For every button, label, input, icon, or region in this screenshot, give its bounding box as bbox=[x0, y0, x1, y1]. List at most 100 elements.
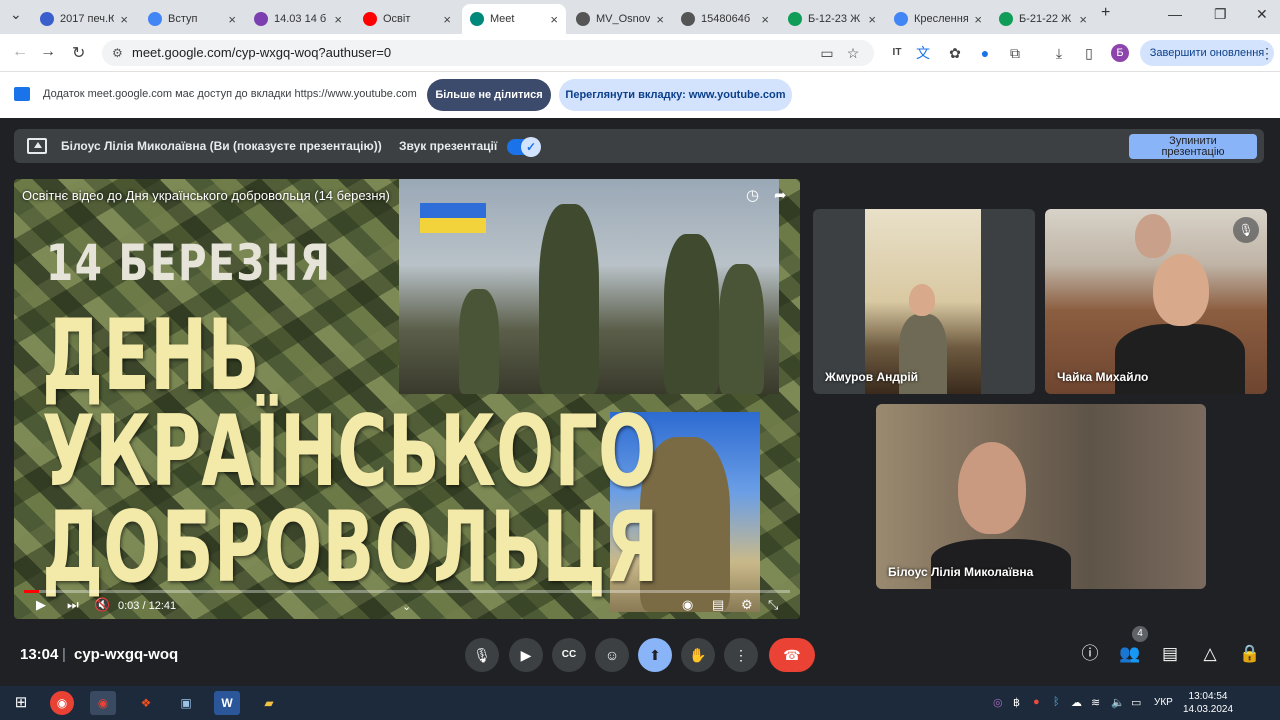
participant-tile[interactable]: 🎙 Чайка Михайло bbox=[1045, 209, 1267, 394]
present-button[interactable]: ⬆ bbox=[638, 638, 672, 672]
chrome-icon[interactable]: ◉ bbox=[50, 691, 74, 715]
input-language[interactable]: УКР bbox=[1154, 697, 1173, 708]
tab-close-icon[interactable]: × bbox=[761, 12, 769, 27]
finish-update-button[interactable]: Завершити оновлення bbox=[1140, 40, 1274, 66]
tab-close-icon[interactable]: × bbox=[974, 12, 982, 27]
site-info-icon[interactable]: ⚙ bbox=[112, 40, 123, 66]
camera-button[interactable]: ▶ bbox=[509, 638, 543, 672]
video-progress-bar[interactable] bbox=[24, 590, 790, 593]
watch-later-icon[interactable]: ◷ bbox=[746, 186, 759, 204]
chat-icon[interactable]: ▤ bbox=[1158, 642, 1182, 666]
share-icon[interactable]: ➦ bbox=[774, 186, 787, 204]
tray-icon[interactable]: ● bbox=[1033, 696, 1040, 708]
close-window-icon[interactable]: ✕ bbox=[1256, 6, 1268, 23]
system-clock[interactable]: 13:04:54 14.03.2024 bbox=[1182, 690, 1234, 716]
wifi-icon[interactable]: ≋ bbox=[1091, 696, 1100, 709]
address-bar[interactable]: ⚙ meet.google.com/cyp-wxgq-woq?authuser=… bbox=[102, 40, 874, 66]
reload-icon[interactable]: ↻ bbox=[72, 43, 85, 63]
browser-tab[interactable]: 1548064б × bbox=[673, 4, 777, 34]
stop-presenting-button[interactable]: Зупинити презентацію bbox=[1129, 134, 1257, 159]
profile-avatar[interactable]: Б bbox=[1111, 44, 1129, 62]
play-icon[interactable]: ▶ bbox=[36, 597, 46, 613]
camera-icon[interactable]: ▭ bbox=[818, 44, 836, 62]
browser-tab[interactable]: Вступ × bbox=[140, 4, 244, 34]
shared-video[interactable]: Освітнє відео до Дня українського добров… bbox=[14, 179, 800, 619]
mute-icon[interactable]: 🔇 bbox=[94, 597, 110, 613]
extension-globe-icon[interactable]: ● bbox=[976, 44, 994, 62]
battery-icon[interactable]: ▭ bbox=[1131, 696, 1141, 709]
url-text: meet.google.com/cyp-wxgq-woq?authuser=0 bbox=[132, 45, 392, 60]
browser-tab[interactable]: Meet × bbox=[462, 4, 566, 34]
exit-fullscreen-icon[interactable]: ⤡ bbox=[768, 597, 778, 613]
google-translate-icon[interactable]: 文 bbox=[914, 44, 932, 62]
video-title[interactable]: Освітнє відео до Дня українського добров… bbox=[22, 188, 390, 203]
tray-app-icon[interactable]: ◎ bbox=[993, 696, 1003, 709]
meeting-info-icon[interactable]: ⓘ bbox=[1078, 642, 1102, 666]
new-tab-button[interactable]: + bbox=[1101, 4, 1110, 22]
tray-icon[interactable]: ฿ bbox=[1013, 696, 1020, 709]
soldier-figure bbox=[539, 204, 599, 394]
activities-icon[interactable]: △ bbox=[1198, 642, 1222, 666]
browser-tab[interactable]: 14.03 14 б × bbox=[246, 4, 350, 34]
emoji-button[interactable]: ☺ bbox=[595, 638, 629, 672]
back-icon[interactable]: ← bbox=[12, 43, 28, 61]
captions-icon[interactable]: ▤ bbox=[712, 597, 724, 613]
window-icon[interactable]: ▣ bbox=[173, 691, 199, 715]
participant-video bbox=[876, 404, 1206, 589]
tab-close-icon[interactable]: × bbox=[120, 12, 128, 27]
tab-close-icon[interactable]: × bbox=[550, 12, 558, 27]
extension-translate-icon[interactable]: IT bbox=[888, 44, 906, 62]
tab-close-icon[interactable]: × bbox=[334, 12, 342, 27]
chrome-profile-icon[interactable]: ◉ bbox=[90, 691, 116, 715]
participant-video bbox=[1045, 209, 1267, 394]
settings-gear-icon[interactable]: ⚙ bbox=[741, 597, 753, 613]
word-icon[interactable]: W bbox=[214, 691, 240, 715]
tab-close-icon[interactable]: × bbox=[228, 12, 236, 27]
people-icon[interactable]: 👥 bbox=[1118, 642, 1142, 666]
captions-button[interactable]: CC bbox=[552, 638, 586, 672]
stop-sharing-button[interactable]: Більше не ділитися bbox=[427, 79, 551, 111]
volume-icon[interactable]: 🔈 bbox=[1111, 696, 1125, 709]
figma-icon[interactable]: ❖ bbox=[133, 691, 159, 715]
bookmark-star-icon[interactable]: ☆ bbox=[844, 44, 862, 62]
browser-tab[interactable]: MV_Osnov × bbox=[568, 4, 672, 34]
tray-icon[interactable]: ☁ bbox=[1071, 696, 1082, 709]
browser-tab[interactable]: Креслення × bbox=[886, 4, 990, 34]
leave-call-button[interactable]: ☎ bbox=[769, 638, 815, 672]
person-head bbox=[909, 284, 935, 316]
raise-hand-button[interactable]: ✋ bbox=[681, 638, 715, 672]
forward-icon[interactable]: → bbox=[40, 43, 56, 61]
tab-title: Б-12-23 Ж bbox=[808, 13, 861, 25]
maximize-icon[interactable]: ❐ bbox=[1214, 6, 1227, 23]
host-controls-icon[interactable]: 🔒 bbox=[1238, 642, 1262, 666]
video-heading-line-2: УКРАЇНСЬКОГО bbox=[42, 395, 657, 509]
extension-owl-icon[interactable]: ✿ bbox=[946, 44, 964, 62]
browser-tab[interactable]: Б-12-23 Ж × bbox=[780, 4, 884, 34]
next-icon[interactable]: ⏭ bbox=[67, 597, 79, 613]
participant-tile[interactable]: Білоус Лілія Миколаївна bbox=[876, 404, 1206, 589]
microphone-button[interactable]: 🎙 bbox=[465, 638, 499, 672]
presentation-sound-toggle[interactable]: ✓ bbox=[507, 137, 541, 157]
more-options-button[interactable]: ⋮ bbox=[724, 638, 758, 672]
side-panel-icon[interactable]: ▯ bbox=[1080, 44, 1098, 62]
browser-tab[interactable]: Освіт × bbox=[355, 4, 459, 34]
extensions-puzzle-icon[interactable]: ⧉ bbox=[1006, 44, 1024, 62]
folder-icon[interactable]: ▰ bbox=[256, 691, 282, 715]
bluetooth-icon[interactable]: ᛒ bbox=[1053, 696, 1060, 708]
browser-menu-icon[interactable]: ⋮ bbox=[1258, 44, 1276, 62]
tab-search-icon[interactable]: ⌄ bbox=[10, 6, 22, 23]
download-icon[interactable]: ⤓ bbox=[1050, 44, 1068, 62]
minimize-icon[interactable]: — bbox=[1168, 6, 1182, 22]
participant-tile[interactable]: Жмуров Андрій bbox=[813, 209, 1035, 394]
tab-close-icon[interactable]: × bbox=[443, 12, 451, 27]
windows-taskbar: ⊞ ◉ ◉ ❖ ▣ W ▰ ◎ ฿ ● ᛒ ☁ ≋ 🔈 ▭ УКР 13:04:… bbox=[0, 686, 1280, 720]
browser-tab[interactable]: Б-21-22 Ж × bbox=[991, 4, 1095, 34]
chevron-down-icon[interactable]: ⌄ bbox=[402, 600, 411, 613]
tab-close-icon[interactable]: × bbox=[656, 12, 664, 27]
browser-tab[interactable]: 2017 печ.Ю × bbox=[32, 4, 136, 34]
windows-start-icon[interactable]: ⊞ bbox=[8, 691, 34, 715]
tab-close-icon[interactable]: × bbox=[868, 12, 876, 27]
autoplay-toggle-icon[interactable]: ◉ bbox=[682, 597, 693, 613]
tab-close-icon[interactable]: × bbox=[1079, 12, 1087, 27]
view-shared-tab-button[interactable]: Переглянути вкладку: www.youtube.com bbox=[559, 79, 792, 111]
